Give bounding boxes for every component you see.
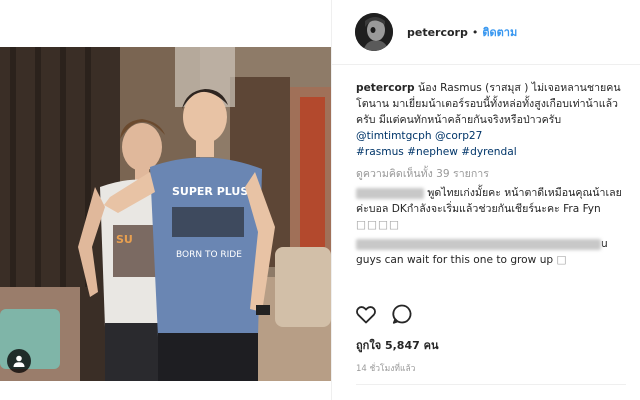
view-all-comments-link[interactable]: ดูความคิดเห็นทั้ง 39 รายการ	[356, 166, 632, 182]
avatar-image	[355, 13, 393, 51]
emoji-glyphs: □	[556, 254, 568, 266]
header-username[interactable]: petercorp	[407, 26, 468, 39]
post-header: petercorp • ติดตาม	[332, 0, 640, 65]
post-timestamp: 14 ชั่วโมงที่แล้ว	[356, 364, 416, 374]
svg-text:SU: SU	[116, 233, 133, 246]
comment-text: guys can wait for this one to grow up	[356, 254, 554, 266]
header-text: petercorp • ติดตาม	[407, 23, 517, 41]
user-tag-glyph	[13, 355, 25, 367]
comment-icon[interactable]	[390, 302, 414, 326]
svg-text:SUPER PLUS: SUPER PLUS	[172, 185, 248, 198]
emoji-glyphs: □□□□	[356, 219, 401, 231]
comment-item: u guys can wait for this one to grow up …	[356, 236, 632, 268]
separator-dot: •	[471, 25, 479, 39]
divider	[356, 384, 626, 385]
post-media-panel: SU SUPER PLUS BORN TO RIDE	[0, 0, 331, 400]
caption-username[interactable]: petercorp	[356, 82, 415, 94]
hashtag-link[interactable]: #nephew	[407, 146, 458, 158]
comments-section: petercorp น้อง Rasmus (ราสมุส ) ไม่เจอหล…	[356, 80, 632, 268]
caption: petercorp น้อง Rasmus (ราสมุส ) ไม่เจอหล…	[356, 80, 632, 160]
post-actions	[354, 302, 414, 326]
hashtag-link[interactable]: #dyrendal	[461, 146, 516, 158]
likes-count[interactable]: ถูกใจ 5,847 คน	[356, 336, 438, 354]
comment-item: พูดไทยเก่งมั้ยคะ หน้าตาดีเหมือนคุณน้าเลย…	[356, 185, 632, 233]
svg-text:BORN TO RIDE: BORN TO RIDE	[176, 250, 242, 260]
follow-button[interactable]: ติดตาม	[482, 23, 517, 41]
heart-icon[interactable]	[354, 302, 378, 326]
mention-link[interactable]: @corp27	[435, 130, 482, 142]
blurred-username	[356, 187, 424, 199]
comment-text: u	[601, 238, 608, 250]
mention-link[interactable]: @timtimtgcph	[356, 130, 432, 142]
blurred-comment-text	[356, 238, 601, 250]
avatar[interactable]	[355, 13, 393, 51]
photo-illustration: SU SUPER PLUS BORN TO RIDE	[0, 47, 331, 381]
post-side-panel: petercorp • ติดตาม petercorp น้อง Rasmus…	[331, 0, 640, 400]
hashtag-link[interactable]: #rasmus	[356, 146, 404, 158]
post-photo[interactable]: SU SUPER PLUS BORN TO RIDE	[0, 47, 331, 381]
user-tag-icon[interactable]	[7, 349, 31, 373]
